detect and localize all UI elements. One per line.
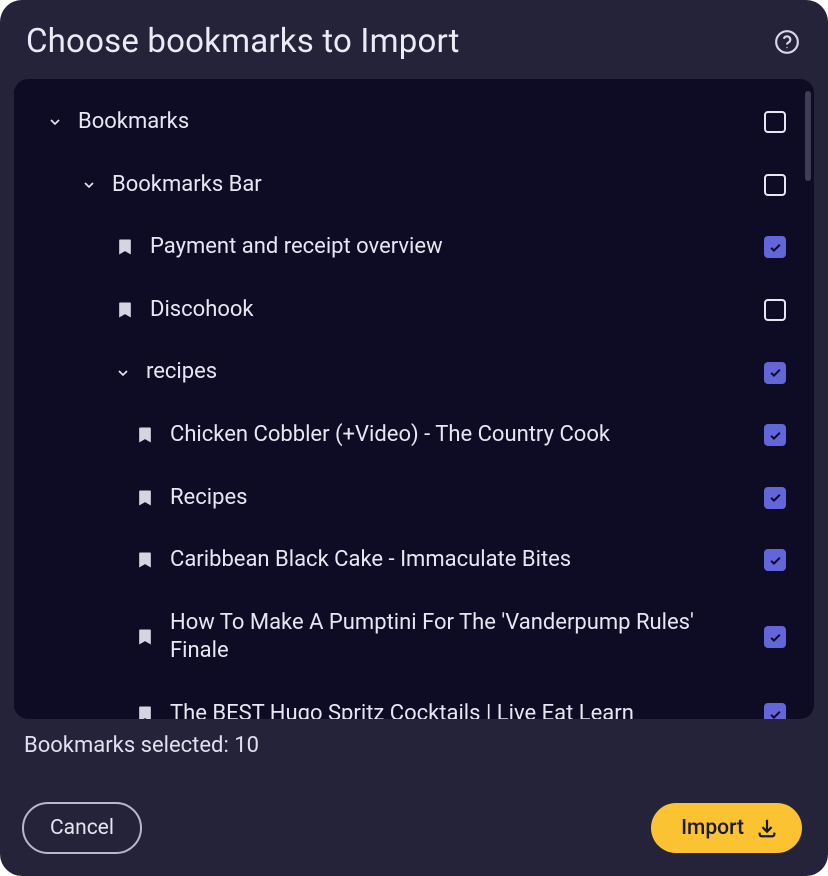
bookmark-icon	[134, 703, 156, 719]
checkbox[interactable]	[764, 111, 786, 133]
import-button-label: Import	[681, 816, 744, 840]
tree-item-label: Payment and receipt overview	[150, 233, 750, 262]
tree-item-label: Bookmarks	[78, 108, 750, 137]
cancel-button[interactable]: Cancel	[22, 802, 142, 854]
checkbox[interactable]	[764, 174, 786, 196]
bookmark-icon	[134, 424, 156, 446]
tree-row-pumptini[interactable]: How To Make A Pumptini For The 'Vanderpu…	[22, 592, 806, 683]
bookmark-icon	[134, 549, 156, 571]
checkbox[interactable]	[764, 487, 786, 509]
tree-row-disco[interactable]: Discohook	[22, 279, 806, 342]
tree-item-label: recipes	[146, 358, 750, 387]
bookmark-icon	[114, 236, 136, 258]
tree-row-cobbler[interactable]: Chicken Cobbler (+Video) - The Country C…	[22, 404, 806, 467]
tree-item-label: Chicken Cobbler (+Video) - The Country C…	[170, 421, 750, 450]
tree-item-label: Discohook	[150, 296, 750, 325]
checkbox[interactable]	[764, 362, 786, 384]
checkbox[interactable]	[764, 299, 786, 321]
bookmark-icon	[134, 626, 156, 648]
bookmark-tree: Bookmarks Bookmarks Bar Payment and receip…	[14, 79, 814, 719]
tree-item-label: Recipes	[170, 484, 750, 513]
checkbox[interactable]	[764, 626, 786, 648]
tree-item-label: Bookmarks Bar	[112, 171, 750, 200]
help-icon[interactable]	[772, 27, 802, 57]
selected-count-label: Bookmarks selected: 10	[22, 733, 802, 758]
checkbox[interactable]	[764, 424, 786, 446]
tree-item-label: How To Make A Pumptini For The 'Vanderpu…	[170, 609, 750, 666]
checkbox[interactable]	[764, 236, 786, 258]
tree-row-recipes[interactable]: recipes	[22, 341, 806, 404]
scrollbar-thumb[interactable]	[805, 91, 811, 181]
dialog-title: Choose bookmarks to Import	[26, 22, 460, 61]
download-icon	[756, 817, 778, 839]
chevron-down-icon[interactable]	[80, 176, 98, 194]
import-button[interactable]: Import	[651, 803, 802, 853]
bookmark-icon	[114, 299, 136, 321]
button-row: Cancel Import	[22, 802, 802, 854]
bookmark-icon	[134, 487, 156, 509]
tree-item-label: Caribbean Black Cake - Immaculate Bites	[170, 546, 750, 575]
tree-row-hugo[interactable]: The BEST Hugo Spritz Cocktails | Live Ea…	[22, 683, 806, 719]
checkbox[interactable]	[764, 703, 786, 719]
dialog-footer: Bookmarks selected: 10 Cancel Import	[0, 719, 828, 876]
checkbox[interactable]	[764, 549, 786, 571]
bookmark-tree-scroll[interactable]: Bookmarks Bookmarks Bar Payment and receip…	[14, 79, 814, 719]
dialog-header: Choose bookmarks to Import	[0, 0, 828, 79]
tree-row-pay[interactable]: Payment and receipt overview	[22, 216, 806, 279]
tree-row-blackcake[interactable]: Caribbean Black Cake - Immaculate Bites	[22, 529, 806, 592]
import-bookmarks-dialog: Choose bookmarks to Import BookmarksBook…	[0, 0, 828, 876]
tree-row-bar[interactable]: Bookmarks Bar	[22, 154, 806, 217]
tree-item-label: The BEST Hugo Spritz Cocktails | Live Ea…	[170, 700, 750, 719]
tree-row-root[interactable]: Bookmarks	[22, 91, 806, 154]
tree-row-recipes2[interactable]: Recipes	[22, 467, 806, 530]
chevron-down-icon[interactable]	[114, 364, 132, 382]
chevron-down-icon[interactable]	[46, 113, 64, 131]
